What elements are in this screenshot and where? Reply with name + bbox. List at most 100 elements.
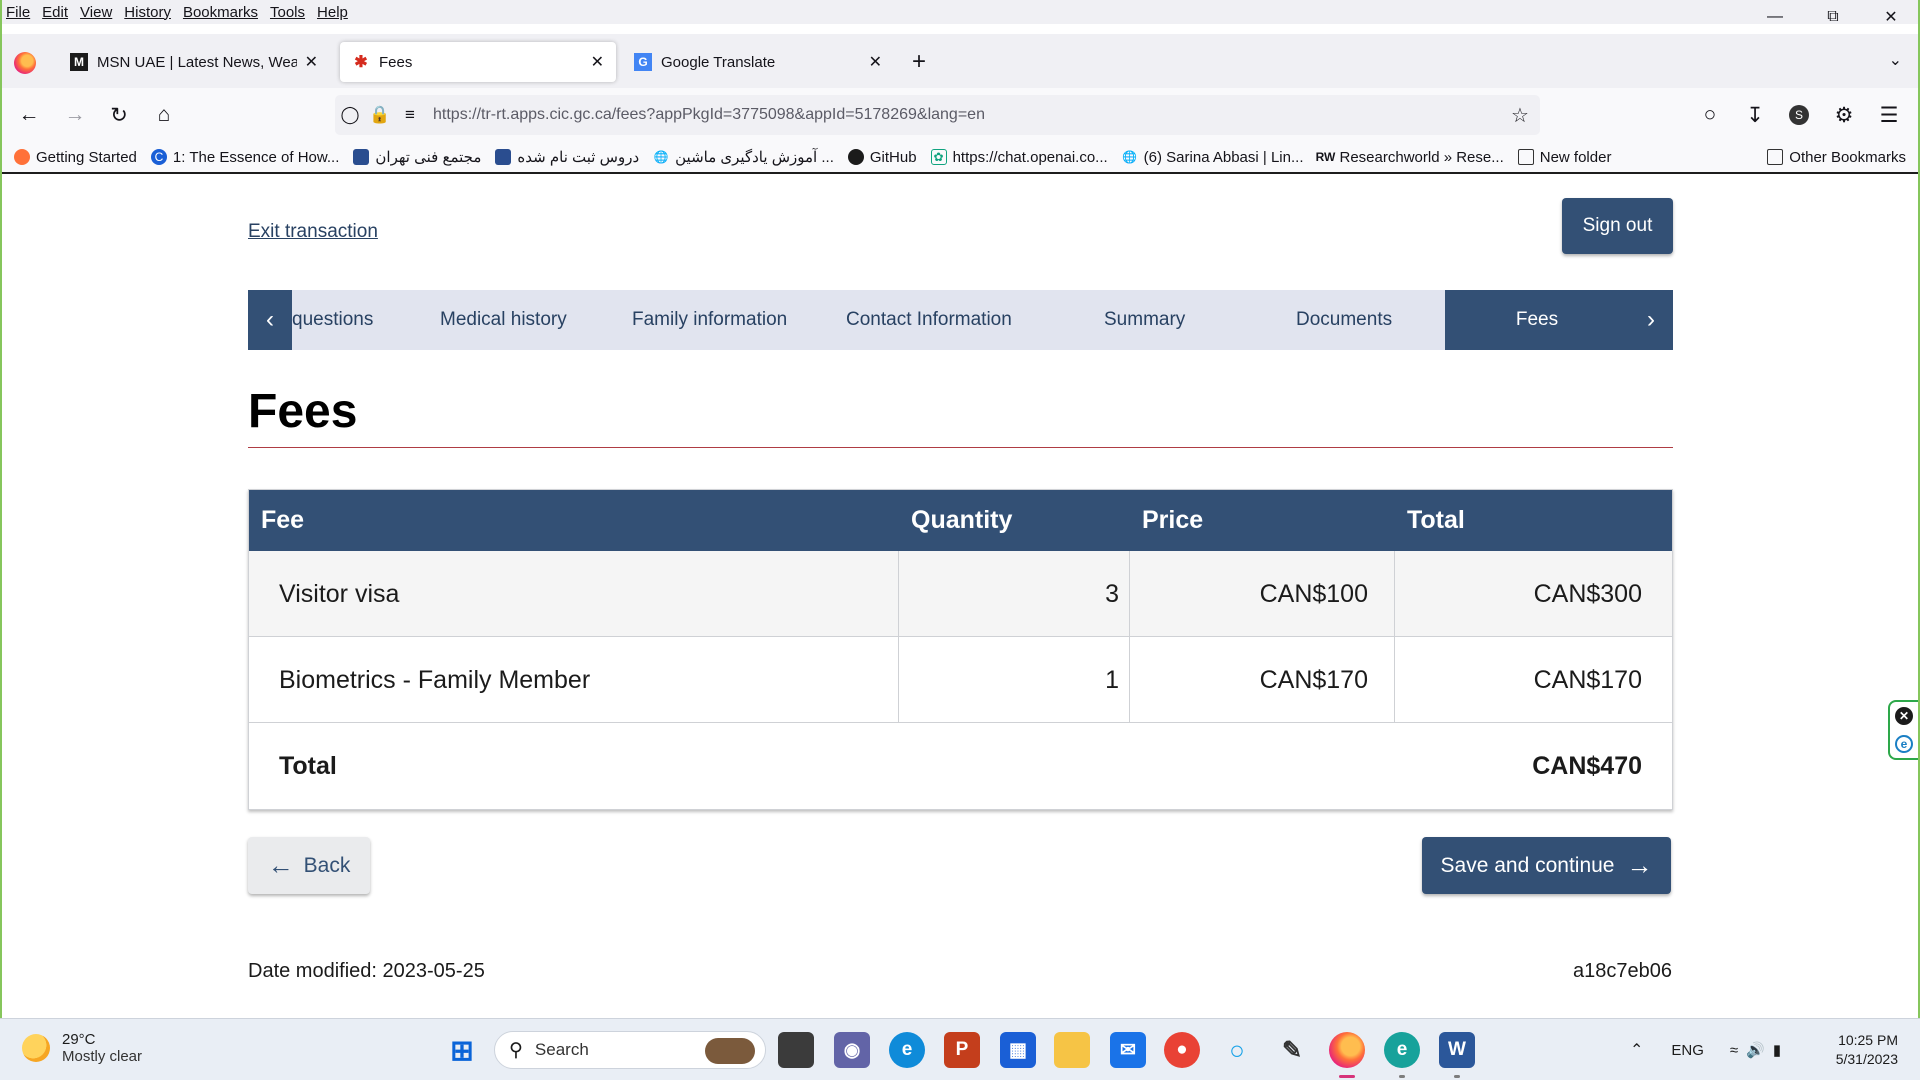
back-button[interactable]: ← Back (248, 837, 370, 894)
pocket-icon[interactable]: ○ (1695, 100, 1725, 130)
new-tab-icon[interactable]: + (912, 48, 926, 76)
close-window-icon[interactable]: ✕ (1862, 0, 1920, 34)
powerpoint-icon[interactable]: P (944, 1032, 980, 1068)
exit-transaction-link[interactable]: Exit transaction (248, 221, 378, 243)
menu-history[interactable]: History (118, 4, 177, 21)
teams-chat-icon[interactable]: ◉ (834, 1032, 870, 1068)
close-tab-icon[interactable]: ✕ (869, 52, 882, 72)
back-arrow-icon[interactable]: ← (14, 100, 44, 130)
menu-bar: File Edit View History Bookmarks Tools H… (0, 0, 1920, 24)
chevron-left-icon[interactable]: ‹ (248, 290, 292, 350)
folder-icon (1517, 149, 1534, 165)
tab-msn[interactable]: M MSN UAE | Latest News, Weathe ✕ (58, 42, 330, 82)
date-modified: Date modified: 2023-05-25 (248, 960, 485, 982)
bookmark-linkedin[interactable]: 🌐 (6) Sarina Abbasi | Lin... (1122, 149, 1303, 166)
permissions-icon[interactable]: ≡ (395, 105, 425, 125)
firefox-taskbar-icon[interactable] (1329, 1032, 1365, 1068)
snipping-tool-icon[interactable]: ✎ (1274, 1032, 1310, 1068)
sign-out-button[interactable]: Sign out (1562, 198, 1673, 254)
step-questions[interactable]: questions (292, 290, 373, 350)
other-bookmarks-label: Other Bookmarks (1789, 148, 1906, 166)
home-icon[interactable]: ⌂ (149, 100, 179, 130)
lock-icon[interactable]: 🔒 (365, 105, 395, 125)
taskbar-clock[interactable]: 10:25 PM 5/31/2023 (1836, 1031, 1898, 1069)
task-view-icon[interactable] (778, 1032, 814, 1068)
bookmark-courses[interactable]: دروس ثبت نام شده (495, 148, 639, 166)
taskbar-search[interactable]: ⚲ Search (494, 1031, 766, 1069)
bookmark-label: دروس ثبت نام شده (517, 149, 640, 166)
e-app-icon[interactable]: e (1384, 1032, 1420, 1068)
wifi-icon[interactable]: ≈ (1730, 1042, 1738, 1059)
site-icon (495, 149, 512, 165)
bookmark-researchworld[interactable]: RW Researchworld » Rese... (1316, 149, 1504, 166)
save-and-continue-button[interactable]: Save and continue → (1422, 837, 1671, 894)
mail-icon[interactable]: ✉ (1110, 1032, 1146, 1068)
close-tab-icon[interactable]: ✕ (591, 52, 604, 72)
menu-file[interactable]: File (0, 4, 36, 21)
tab-google-translate[interactable]: G Google Translate ✕ (622, 42, 894, 82)
reload-icon[interactable]: ↻ (104, 100, 134, 130)
account-icon[interactable]: S (1784, 100, 1814, 130)
windows-start-icon[interactable]: ⊞ (444, 1032, 480, 1068)
step-contact-information[interactable]: Contact Information (846, 290, 1012, 350)
navigation-toolbar: ← → ↻ ⌂ ◯ 🔒 ≡ https://tr-rt.apps.cic.gc.… (0, 88, 1920, 142)
word-icon[interactable]: W (1439, 1032, 1475, 1068)
url-text[interactable]: https://tr-rt.apps.cic.gc.ca/fees?appPkg… (433, 106, 1500, 124)
version-id: a18c7eb06 (1573, 960, 1672, 982)
bookmark-essence[interactable]: C 1: The Essence of How... (150, 149, 339, 166)
bookmark-tehran-tech[interactable]: مجتمع فنی تهران (353, 148, 481, 166)
forward-arrow-icon[interactable]: → (60, 100, 90, 130)
menu-tools[interactable]: Tools (264, 4, 311, 21)
step-documents[interactable]: Documents (1296, 290, 1392, 350)
bookmark-star-icon[interactable]: ☆ (1500, 103, 1540, 128)
address-bar[interactable]: ◯ 🔒 ≡ https://tr-rt.apps.cic.gc.ca/fees?… (335, 95, 1540, 135)
menu-help[interactable]: Help (311, 4, 354, 21)
close-circle-icon[interactable]: ✕ (1895, 707, 1913, 725)
restore-icon[interactable]: ⧉ (1804, 0, 1862, 34)
step-summary[interactable]: Summary (1104, 290, 1185, 350)
chevron-right-icon[interactable]: › (1629, 290, 1673, 350)
app-menu-icon[interactable]: ☰ (1874, 100, 1904, 130)
file-explorer-icon[interactable] (1054, 1032, 1090, 1068)
cell-total: CAN$170 (1533, 665, 1642, 694)
chrome-icon[interactable]: ● (1164, 1032, 1200, 1068)
volume-icon[interactable]: 🔊 (1746, 1041, 1765, 1059)
menu-bookmarks[interactable]: Bookmarks (177, 4, 264, 21)
bookmark-ml[interactable]: 🌐 آموزش یادگیری ماشین ... (653, 148, 834, 166)
menu-edit[interactable]: Edit (36, 4, 74, 21)
bookmark-chatgpt[interactable]: ✿ https://chat.openai.co... (930, 149, 1108, 166)
weather-widget[interactable]: 29°C Mostly clear (22, 1031, 142, 1065)
extensions-icon[interactable]: ⚙ (1829, 100, 1859, 130)
step-fees[interactable]: Fees (1445, 290, 1629, 350)
search-icon: ⚲ (509, 1039, 523, 1061)
clock-time: 10:25 PM (1838, 1032, 1898, 1048)
tab-msn-label: MSN UAE | Latest News, Weathe (97, 53, 297, 71)
extension-e-icon[interactable]: e (1895, 735, 1913, 753)
microsoft-store-icon[interactable]: ▦ (1000, 1032, 1036, 1068)
downloads-icon[interactable]: ↧ (1740, 100, 1770, 130)
bookmark-new-folder[interactable]: New folder (1517, 149, 1611, 166)
bookmark-getting-started[interactable]: Getting Started (14, 149, 137, 166)
tab-fees[interactable]: ✱ Fees ✕ (340, 42, 616, 82)
battery-icon[interactable]: ▮ (1773, 1041, 1781, 1059)
firefox-icon[interactable] (14, 52, 36, 74)
bookmark-github[interactable]: GitHub (847, 149, 917, 166)
header-quantity: Quantity (911, 506, 1013, 534)
step-family-information[interactable]: Family information (632, 290, 787, 350)
shield-icon[interactable]: ◯ (335, 105, 365, 125)
tab-list-chevron-icon[interactable]: ⌄ (1889, 50, 1902, 70)
step-medical-history[interactable]: Medical history (440, 290, 567, 350)
minimize-icon[interactable]: — (1746, 0, 1804, 34)
cortana-icon[interactable]: ○ (1219, 1032, 1255, 1068)
total-value: CAN$470 (1532, 751, 1642, 780)
other-bookmarks[interactable]: Other Bookmarks (1767, 149, 1906, 166)
moon-cloud-icon (22, 1034, 50, 1062)
edge-icon[interactable]: e (889, 1032, 925, 1068)
menu-view[interactable]: View (74, 4, 118, 21)
tab-translate-label: Google Translate (661, 53, 776, 71)
weather-condition: Mostly clear (62, 1048, 143, 1065)
language-indicator[interactable]: ENG (1671, 1042, 1704, 1059)
close-tab-icon[interactable]: ✕ (305, 52, 318, 72)
coursera-icon: C (150, 149, 167, 165)
show-hidden-icons-chevron-icon[interactable]: ⌃ (1630, 1040, 1643, 1060)
